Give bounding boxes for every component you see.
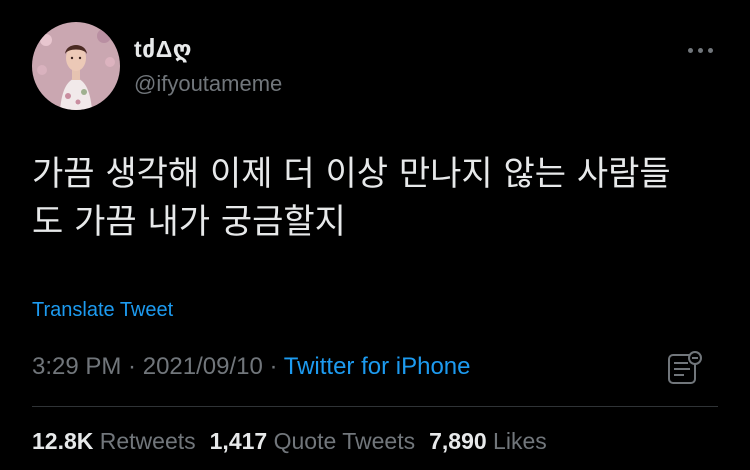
meta-separator: · (262, 353, 284, 380)
user-handle[interactable]: @ifyoutameme (134, 71, 282, 97)
analytics-icon-graphic (668, 351, 702, 384)
tweet-source-link[interactable]: Twitter for iPhone (284, 353, 471, 380)
quotes-label: Quote Tweets (273, 428, 416, 454)
quote-tweets-stat[interactable]: 1,417 Quote Tweets (210, 428, 415, 454)
likes-count: 7,890 (429, 428, 487, 454)
likes-stat[interactable]: 7,890 Likes (429, 428, 547, 454)
display-name[interactable]: tძΔღ (134, 36, 192, 63)
translate-tweet-link[interactable]: Translate Tweet (32, 299, 173, 322)
retweets-label: Retweets (99, 428, 196, 454)
likes-label: Likes (493, 428, 547, 454)
more-dot (707, 47, 713, 53)
meta-separator: · (121, 353, 143, 380)
quotes-count: 1,417 (209, 428, 268, 454)
divider (32, 406, 718, 407)
avatar-image (32, 22, 120, 110)
more-icon[interactable] (682, 38, 718, 62)
tweet-time[interactable]: 3:29 PM (32, 353, 121, 380)
retweets-stat[interactable]: 12.8K Retweets (32, 428, 196, 454)
tweet-stats: 12.8K Retweets 1,417 Quote Tweets 7,890 Li… (32, 428, 547, 455)
avatar[interactable] (32, 22, 120, 110)
tweet-meta: 3:29 PM · 2021/09/10 · Twitter for iPhon… (32, 353, 471, 381)
more-dot (697, 47, 703, 53)
tweet-text: 가끔 생각해 이제 더 이상 만나지 않는 사람들 도 가끔 내가 궁금할지 (32, 154, 671, 242)
tweet-date[interactable]: 2021/09/10 (143, 353, 263, 380)
more-dot (687, 47, 693, 53)
retweets-count: 12.8K (32, 428, 94, 454)
tweet-card: tძΔღ @ifyoutameme 가끔 생각해 이제 더 이상 만나지 않는 … (0, 0, 750, 470)
analytics-icon[interactable] (666, 350, 704, 386)
